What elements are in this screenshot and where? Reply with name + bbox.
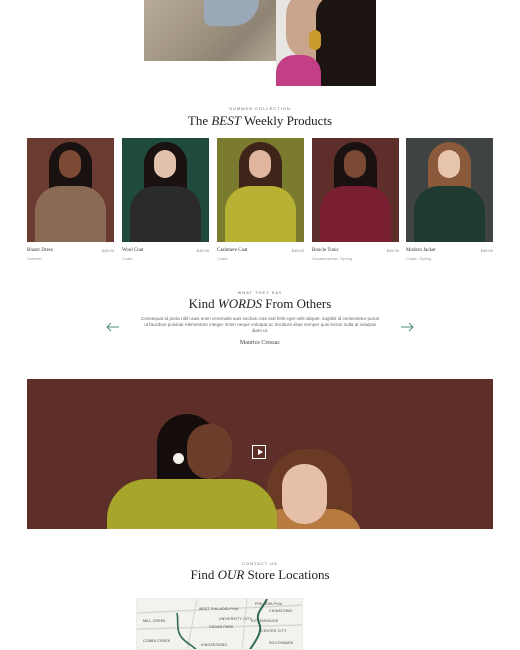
testimonial-quote: Consequat id porta nibh auis enim venena… [141, 316, 379, 333]
earring [173, 453, 184, 464]
testimonials-title: Kind WORDS From Others [188, 296, 332, 311]
product-name[interactable]: Cashmere Coat [217, 248, 248, 253]
product-category[interactable]: Coats / Spring [406, 256, 493, 261]
product-name[interactable]: Boucle Tunic [312, 248, 339, 253]
map-label: Chinatown [269, 609, 293, 613]
map-label: West Philadelphia [199, 607, 239, 611]
contact-title: Find OUR Store Locations [190, 567, 330, 582]
product-price: $45.00 [386, 248, 399, 253]
map-label: Rittenhouse [251, 619, 279, 623]
summer-eyebrow: SUMMER COLLECTION [229, 106, 291, 111]
shoe-shape [204, 0, 259, 26]
hero-photo-earring [276, 0, 376, 86]
product-image[interactable] [312, 138, 399, 242]
hero-photo-shoes [144, 0, 276, 61]
product-card[interactable]: Blazer Dress $45.00 Summer [27, 138, 114, 261]
map-label: Cedar Park [209, 625, 234, 629]
map-label: Southwark [269, 641, 294, 645]
testimonials-eyebrow: WHAT THEY SAY [237, 290, 283, 295]
contact-eyebrow: CONTACT US [242, 561, 278, 566]
product-price: $45.00 [480, 248, 493, 253]
product-category[interactable]: Occasionwear / Spring [312, 256, 399, 261]
earring [309, 30, 321, 50]
product-image[interactable] [122, 138, 209, 242]
map-label: University City [219, 617, 252, 621]
product-name[interactable]: Modern Jacket [406, 248, 436, 253]
map-label: Center City [261, 629, 287, 633]
product-card[interactable]: Wool Coat $45.00 Coats [122, 138, 209, 261]
arrow-left-icon[interactable] [106, 322, 120, 332]
product-card[interactable]: Cashmere Coat $45.00 Coats [217, 138, 304, 261]
product-image[interactable] [27, 138, 114, 242]
product-name[interactable]: Blazer Dress [27, 248, 53, 253]
product-price: $45.00 [291, 248, 304, 253]
product-name[interactable]: Wool Coat [122, 248, 143, 253]
product-image[interactable] [217, 138, 304, 242]
product-category[interactable]: Summer [27, 256, 114, 261]
testimonial-author: Maurice Cressac [239, 340, 281, 346]
product-category[interactable]: Coats [122, 256, 209, 261]
map-label: Philadelphia [255, 602, 283, 606]
product-category[interactable]: Coats [217, 256, 304, 261]
product-image[interactable] [406, 138, 493, 242]
arrow-right-icon[interactable] [400, 322, 414, 332]
map-label: Cobbs Creek [143, 639, 171, 643]
product-card[interactable]: Boucle Tunic $45.00 Occasionwear / Spring [312, 138, 399, 261]
product-price: $45.00 [196, 248, 209, 253]
product-price: $45.00 [101, 248, 114, 253]
play-icon[interactable] [252, 445, 266, 459]
map-label: Mill Creek [143, 619, 166, 623]
video-banner[interactable] [27, 379, 493, 529]
product-card[interactable]: Modern Jacket $45.00 Coats / Spring [406, 138, 493, 261]
summer-title: The BEST Weekly Products [187, 113, 333, 128]
store-map[interactable]: Philadelphia West Philadelphia Universit… [136, 598, 303, 650]
map-label: Kingsessing [201, 643, 228, 647]
